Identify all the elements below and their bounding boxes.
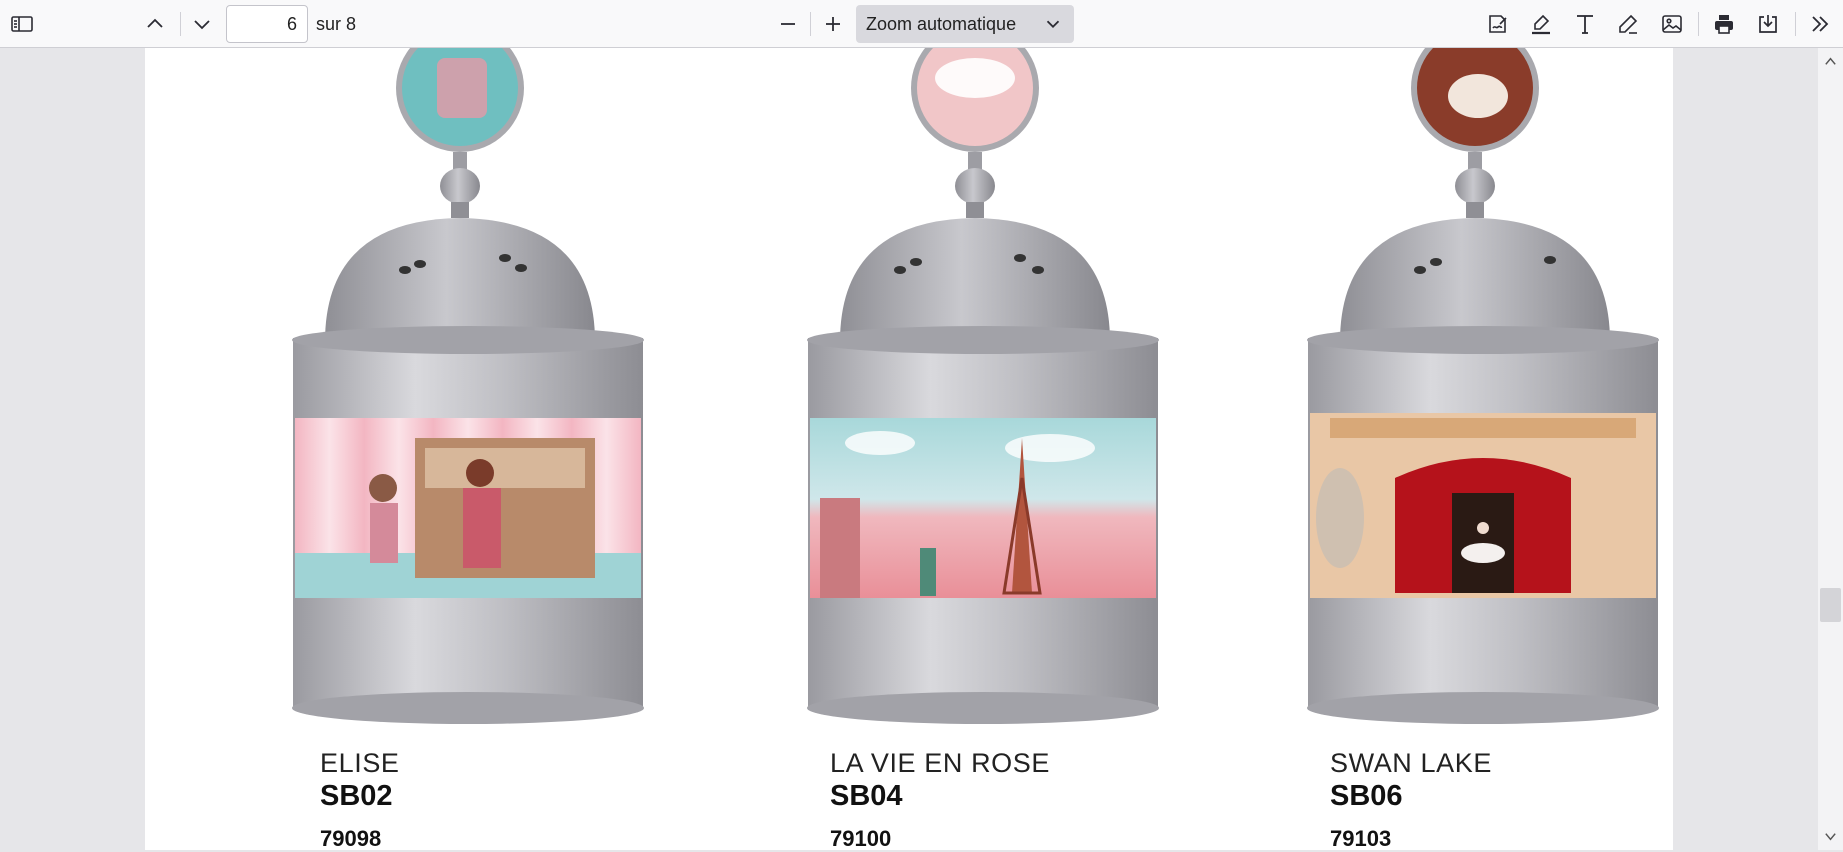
highlight-icon (1532, 14, 1550, 35)
zoom-in-button[interactable] (815, 6, 851, 42)
minus-icon (781, 23, 795, 25)
product-name: ELISE (320, 748, 400, 778)
scrollbar-thumb[interactable] (1820, 588, 1841, 622)
signature-button[interactable] (1480, 6, 1516, 42)
vertical-scrollbar[interactable] (1818, 48, 1843, 850)
page-count-label: sur 8 (316, 14, 357, 34)
print-icon (1715, 15, 1733, 34)
print-button[interactable] (1706, 6, 1742, 42)
chevron-down-icon (194, 20, 210, 30)
product-name: LA VIE EN ROSE (830, 748, 1050, 778)
pdf-page: ELISE SB02 79098 LA VIE EN ROSE SB04 791… (145, 48, 1673, 851)
chevron-up-icon (147, 18, 163, 28)
sidebar-toggle-icon (11, 16, 33, 32)
highlight-button[interactable] (1523, 6, 1559, 42)
text-icon (1577, 15, 1593, 34)
save-icon (1759, 15, 1777, 33)
product-card: LA VIE EN ROSE SB04 79100 (720, 48, 1220, 851)
next-page-button[interactable] (184, 6, 220, 42)
scroll-up-arrow-icon[interactable] (1823, 54, 1838, 69)
document-viewer[interactable]: ELISE SB02 79098 LA VIE EN ROSE SB04 791… (0, 48, 1843, 851)
product-card: SWAN LAKE SB06 79103 (1220, 48, 1720, 851)
product-sku: SB02 (320, 780, 393, 812)
save-button[interactable] (1750, 6, 1786, 42)
zoom-select[interactable]: Zoom automatique (856, 5, 1074, 43)
image-icon (1662, 15, 1682, 33)
toolbar-divider (1698, 12, 1699, 36)
zoom-select-value: Zoom automatique (866, 13, 1017, 34)
product-code: 79100 (830, 826, 892, 851)
plus-icon (826, 17, 840, 31)
text-button[interactable] (1567, 6, 1603, 42)
sidebar-toggle-button[interactable] (4, 6, 40, 42)
product-sku: SB06 (1330, 780, 1403, 812)
product-card: ELISE SB02 79098 (205, 48, 705, 851)
product-sku: SB04 (830, 780, 903, 812)
product-name: SWAN LAKE (1330, 748, 1492, 778)
previous-page-button[interactable] (137, 6, 173, 42)
product-code: 79103 (1330, 826, 1392, 851)
toolbar-divider (180, 12, 181, 36)
add-image-button[interactable] (1654, 6, 1690, 42)
draw-icon (1619, 14, 1638, 34)
signature-icon (1489, 15, 1507, 33)
music-box-tin-image (292, 48, 644, 724)
pdf-toolbar: sur 8 Zoom automatique (0, 0, 1843, 48)
chevron-down-icon (1046, 20, 1060, 29)
more-tools-button[interactable] (1802, 6, 1838, 42)
music-box-tin-image (1307, 48, 1659, 724)
scroll-down-arrow-icon[interactable] (1823, 829, 1838, 844)
toolbar-divider (810, 12, 811, 36)
draw-button[interactable] (1610, 6, 1646, 42)
music-box-tin-image (807, 48, 1159, 724)
zoom-out-button[interactable] (770, 6, 806, 42)
page-number-input[interactable] (226, 5, 308, 43)
more-tools-icon (1812, 16, 1829, 32)
toolbar-divider (1795, 12, 1796, 36)
product-code: 79098 (320, 826, 382, 851)
